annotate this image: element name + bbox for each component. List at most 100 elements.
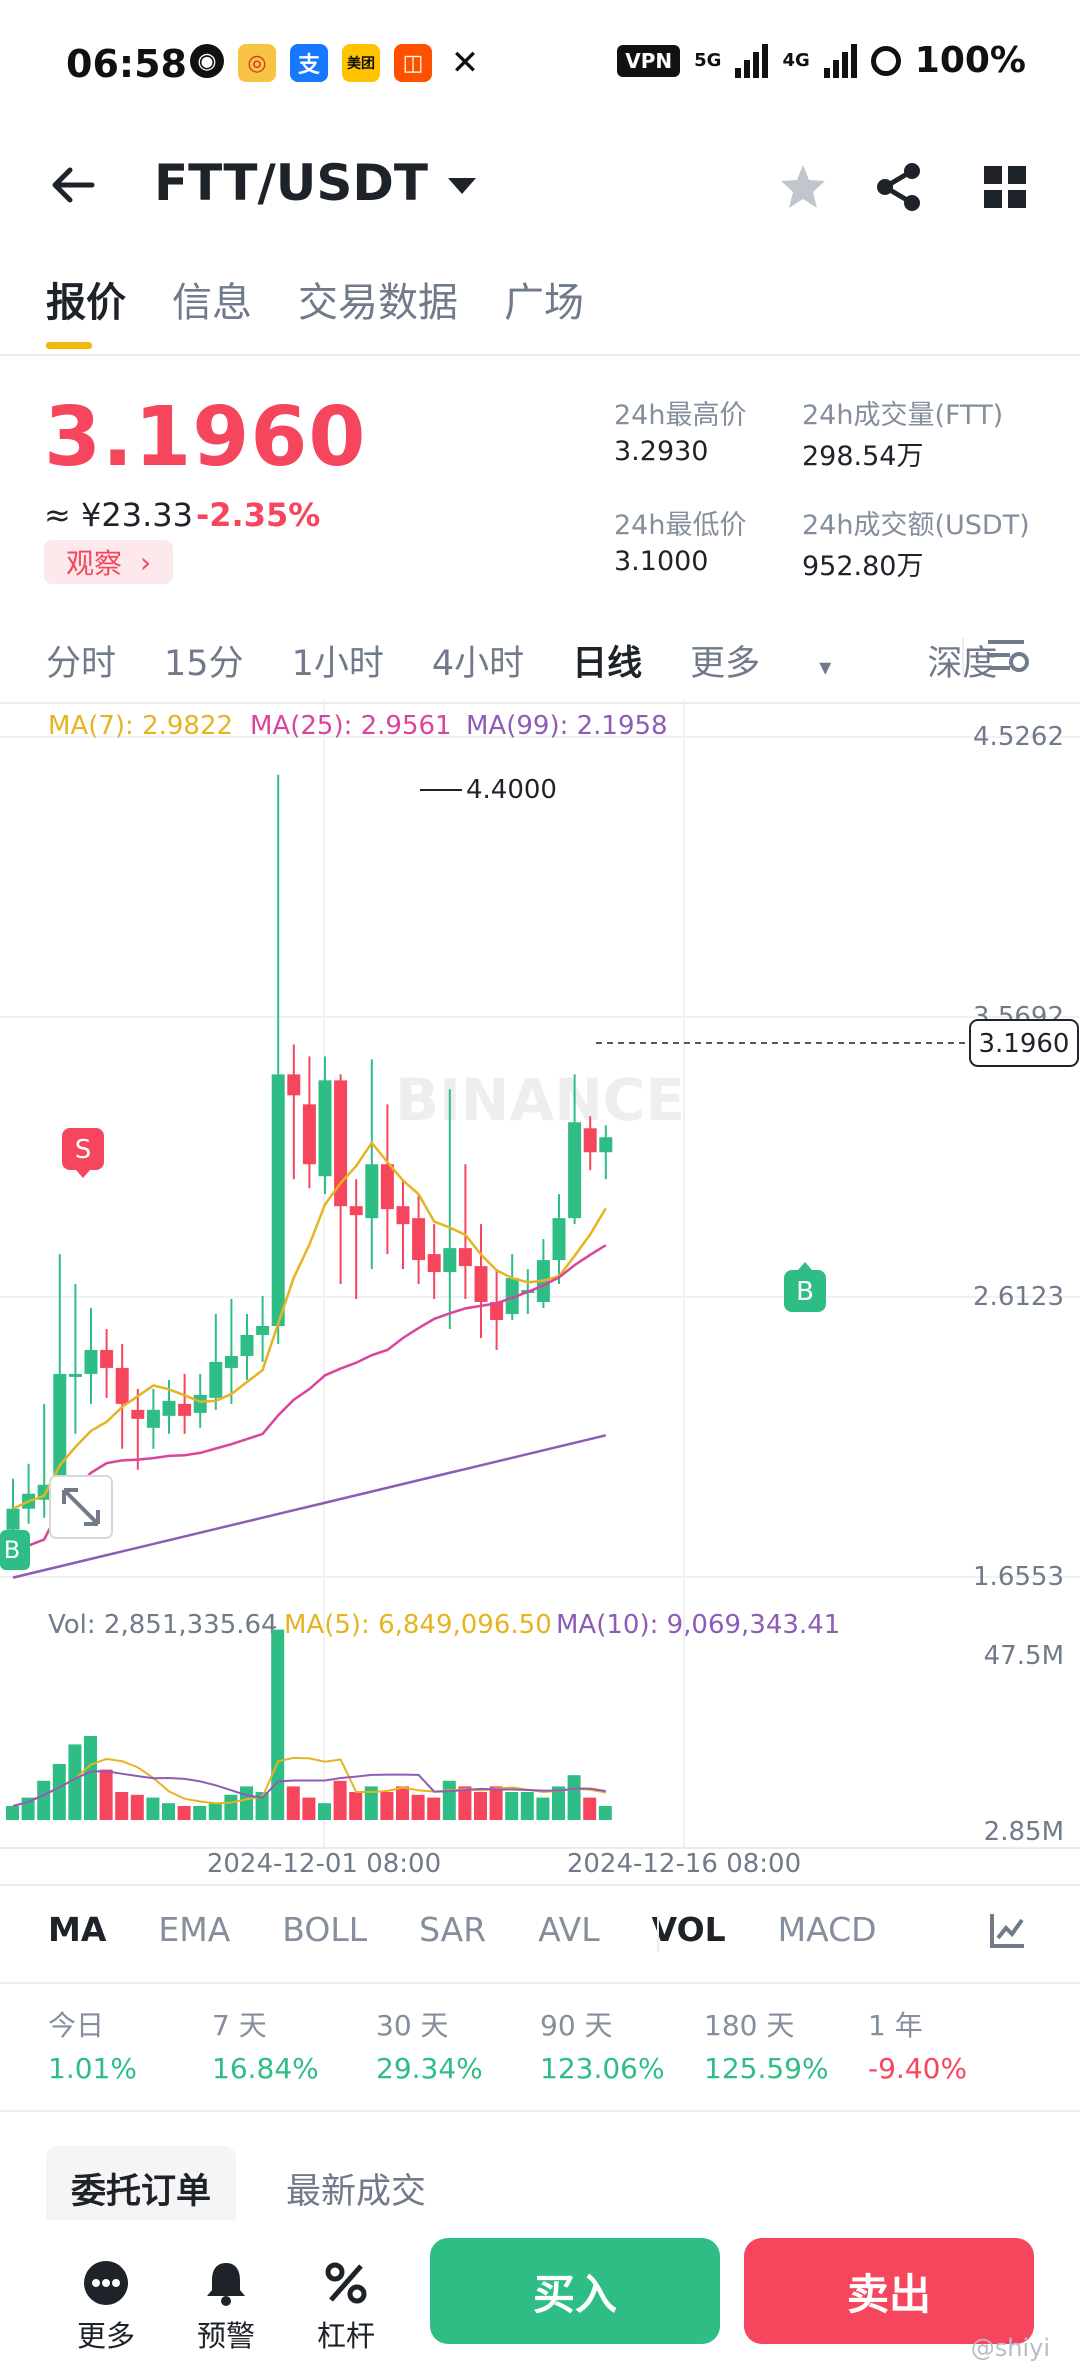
volume-bars-layer [6, 1629, 612, 1820]
tab-quote[interactable]: 报价 [46, 270, 126, 349]
volume-bar [37, 1780, 51, 1820]
vol-usdt-value: 952.80万 [802, 551, 924, 582]
grid-menu-icon[interactable] [978, 160, 1032, 214]
divider [0, 1884, 1080, 1886]
interval-4h[interactable]: 4小时 [432, 635, 524, 686]
chart-settings-icon[interactable] [986, 636, 1030, 676]
alert-button[interactable]: 预警 [186, 2260, 266, 2355]
candle-body [193, 1394, 207, 1413]
meituan-icon: 美团 [342, 44, 380, 82]
candlestick-chart[interactable]: BINANCE MA(7): 2.9822 MA(25): 2.9561 MA(… [0, 700, 1080, 1880]
interval-bar: 分时 15分 1小时 4小时 日线 更多 ▾ 深度 [46, 635, 1045, 686]
x-tick: 2024-12-01 08:00 [207, 1849, 441, 1879]
weibo-icon: ◎ [238, 44, 276, 82]
divider [962, 638, 964, 674]
last-price: 3.1960 [44, 390, 367, 485]
tab-open-orders[interactable]: 委托订单 [46, 2146, 236, 2230]
signal-icon [735, 43, 769, 78]
tab-trading-data[interactable]: 交易数据 [298, 270, 458, 328]
candle-body [396, 1206, 410, 1225]
buy-marker: B [784, 1262, 826, 1312]
volume-bar [598, 1806, 612, 1820]
candle-body [146, 1409, 160, 1428]
candle-body [178, 1403, 192, 1416]
interval-15m[interactable]: 15分 [164, 635, 244, 686]
interval-1d[interactable]: 日线 [572, 635, 642, 686]
leverage-button[interactable]: 杠杆 [306, 2260, 386, 2355]
interval-1h[interactable]: 1小时 [292, 635, 384, 686]
volume-bar [474, 1792, 487, 1820]
candle-body [84, 1349, 98, 1374]
indicator-settings-icon[interactable] [988, 1910, 1028, 1950]
indicator-macd[interactable]: MACD [778, 1910, 877, 1949]
perf-label: 90 天 [540, 2009, 613, 2042]
volume-bar [99, 1769, 113, 1820]
system-indicators: VPN 5G 4G 100% [617, 40, 1026, 81]
candle-body [599, 1137, 613, 1153]
wechat-icon: ◉ [190, 44, 224, 78]
volume-bar [224, 1794, 238, 1820]
divider [657, 1916, 659, 1952]
interval-time[interactable]: 分时 [46, 635, 116, 686]
ma25-legend: MA(25): 2.9561 [250, 711, 452, 741]
battery-level: 100% [914, 40, 1026, 81]
vol-ftt-label: 24h成交量(FTT) [802, 400, 1004, 431]
pair-selector[interactable]: FTT/USDT [154, 154, 476, 212]
signal-icon-2 [823, 43, 857, 78]
volume-bar [52, 1764, 66, 1820]
high-marker-label: 4.4000 [466, 775, 557, 805]
candle-body [318, 1080, 332, 1177]
star-icon[interactable] [776, 160, 830, 214]
buy-button[interactable]: 买入 [430, 2238, 720, 2344]
bell-icon [207, 2263, 245, 2306]
candle-body [583, 1128, 597, 1153]
ma7-line [12, 1140, 607, 1510]
candle-body [224, 1355, 238, 1368]
time-axis: 2024-12-01 08:00 2024-12-16 08:00 [207, 1849, 801, 1879]
candle-body [287, 1074, 301, 1096]
expand-chart-button [49, 1475, 113, 1539]
indicator-vol[interactable]: VOL [652, 1910, 726, 1949]
volume-bar [208, 1803, 222, 1820]
sell-button[interactable]: 卖出 [744, 2238, 1034, 2344]
interval-more[interactable]: 更多 ▾ [690, 635, 879, 686]
candle-body [412, 1218, 426, 1261]
candle-body [302, 1104, 316, 1165]
volume-bar [489, 1786, 503, 1820]
perf-value: 1.01% [48, 2052, 137, 2085]
tab-info[interactable]: 信息 [172, 270, 252, 328]
indicator-avl[interactable]: AVL [538, 1910, 599, 1949]
perf-label: 30 天 [376, 2009, 449, 2042]
more-button[interactable]: 更多 [66, 2260, 146, 2355]
volume-bar [318, 1803, 331, 1820]
indicator-ma[interactable]: MA [48, 1910, 106, 1949]
back-arrow-icon[interactable] [48, 160, 98, 210]
notification-icons: ◉ ◎ 支 美团 ◫ ✕ [190, 43, 484, 83]
svg-text:S: S [75, 1135, 92, 1165]
indicator-sar[interactable]: SAR [419, 1910, 486, 1949]
volume-bar [146, 1797, 160, 1820]
tab-recent-trades[interactable]: 最新成交 [286, 2146, 426, 2230]
volume-bar [162, 1803, 175, 1820]
candle-body [68, 1373, 82, 1377]
divider [0, 354, 1080, 356]
price-change: -2.35% [196, 496, 321, 534]
watch-button[interactable]: 观察 › [44, 540, 174, 584]
chart-watermark: BINANCE [395, 1066, 685, 1134]
pair-title: FTT/USDT [154, 154, 428, 212]
tab-square[interactable]: 广场 [504, 270, 584, 328]
volume-bar [302, 1797, 316, 1820]
perf-label: 1 年 [868, 2009, 923, 2042]
more-dots-icon [84, 2261, 128, 2305]
volume-bar [583, 1797, 597, 1820]
indicator-ema[interactable]: EMA [158, 1910, 230, 1949]
share-icon[interactable] [872, 160, 926, 214]
volume-bar [520, 1792, 534, 1820]
candle-body [552, 1218, 566, 1261]
network-4g-label: 4G [782, 50, 810, 71]
leverage-label: 杠杆 [316, 2319, 375, 2353]
indicator-boll[interactable]: BOLL [282, 1910, 367, 1949]
perf-value: 125.59% [704, 2052, 829, 2085]
battery-icon [870, 45, 901, 76]
clock: 06:58 [66, 42, 187, 86]
